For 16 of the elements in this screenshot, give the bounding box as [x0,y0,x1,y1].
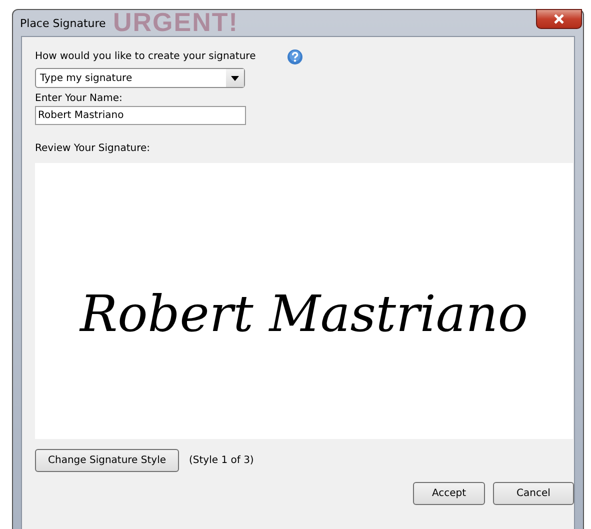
cancel-button[interactable]: Cancel [493,482,574,505]
backdrop-text: URGENT! [113,10,238,34]
style-status: (Style 1 of 3) [189,454,254,468]
method-label: How would you like to create your signature [35,50,256,64]
change-style-button[interactable]: Change Signature Style [35,449,180,472]
name-label: Enter Your Name: [35,92,122,106]
help-icon[interactable] [286,49,303,65]
review-label: Review Your Signature: [35,142,150,156]
signature-text: Robert Mastriano [80,285,528,343]
close-icon [553,14,565,24]
close-button[interactable] [536,9,582,29]
accept-button[interactable]: Accept [413,482,485,505]
name-input-field[interactable]: Robert Mastriano [35,106,246,125]
window-title: Place Signature [20,16,106,30]
dropdown-arrow-icon [231,76,239,80]
signature-method-dropdown[interactable]: Type my signature [35,68,245,88]
